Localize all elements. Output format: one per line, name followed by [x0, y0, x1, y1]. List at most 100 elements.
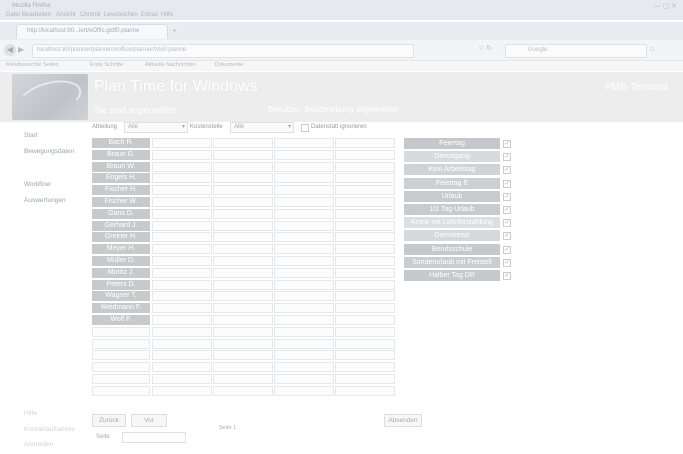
day-cell[interactable]	[274, 209, 334, 219]
ignore-checkbox[interactable]	[301, 124, 309, 132]
reload-icon[interactable]: ☆ ↻	[478, 44, 492, 52]
legend-item[interactable]: 1/2 Tag Urlaub	[404, 204, 500, 215]
day-cell[interactable]	[152, 268, 212, 278]
day-cell[interactable]	[335, 221, 395, 231]
day-cell[interactable]	[335, 185, 395, 195]
bookmark-nachrichten[interactable]: Aktuelle Nachrichten	[145, 62, 195, 68]
day-cell[interactable]	[152, 362, 212, 372]
bookmark-dokumente[interactable]: Dokumente	[215, 62, 243, 68]
day-cell[interactable]	[335, 315, 395, 325]
day-cell[interactable]	[152, 197, 212, 207]
legend-checkbox[interactable]: ✓	[503, 180, 511, 188]
day-cell[interactable]	[274, 244, 334, 254]
day-cell[interactable]	[152, 244, 212, 254]
day-cell[interactable]	[335, 268, 395, 278]
legend-checkbox[interactable]: ✓	[503, 232, 511, 240]
day-cell[interactable]	[152, 138, 212, 148]
legend-checkbox[interactable]: ✓	[503, 219, 511, 227]
back-button[interactable]: Zurück	[92, 414, 126, 427]
day-cell[interactable]	[213, 162, 273, 172]
window-controls[interactable]: — ▢ ✕	[654, 2, 677, 10]
legend-checkbox[interactable]: ✓	[503, 272, 511, 280]
day-cell[interactable]	[152, 280, 212, 290]
day-cell[interactable]	[152, 350, 212, 360]
day-cell[interactable]	[335, 256, 395, 266]
day-cell[interactable]	[152, 162, 212, 172]
day-cell[interactable]	[274, 173, 334, 183]
day-cell[interactable]	[335, 138, 395, 148]
browser-tab[interactable]: http://localhost:80...iert/eOffic.gtdf0.…	[16, 24, 168, 39]
day-cell[interactable]	[152, 386, 212, 396]
sidebar-item-hilfe[interactable]: Hilfe	[24, 410, 37, 417]
legend-item[interactable]: Sonderurlaub mit Freistell	[404, 257, 500, 268]
menu-chronik[interactable]: Chronik	[80, 12, 101, 18]
legend-item[interactable]: Feiertag	[404, 138, 500, 149]
day-cell[interactable]	[213, 185, 273, 195]
menu-bearbeiten[interactable]: Bearbeiten	[22, 12, 51, 18]
legend-item[interactable]: Dienstreise	[404, 230, 500, 241]
kostenstelle-select[interactable]: Alle ▾	[230, 122, 294, 133]
day-cell[interactable]	[335, 173, 395, 183]
day-cell[interactable]	[152, 303, 212, 313]
day-cell[interactable]	[274, 221, 334, 231]
menu-lesezeichen[interactable]: Lesezeichen	[104, 12, 138, 18]
legend-item[interactable]: Berufsschule	[404, 244, 500, 255]
day-cell[interactable]	[335, 350, 395, 360]
menu-datei[interactable]: Datei	[6, 12, 20, 18]
day-cell[interactable]	[274, 162, 334, 172]
day-cell[interactable]	[274, 268, 334, 278]
day-cell[interactable]	[152, 315, 212, 325]
legend-checkbox[interactable]: ✓	[503, 246, 511, 254]
day-cell[interactable]	[213, 197, 273, 207]
day-cell[interactable]	[335, 339, 395, 349]
day-cell[interactable]	[274, 339, 334, 349]
day-cell[interactable]	[335, 303, 395, 313]
sidebar-item-start[interactable]: Start	[24, 132, 38, 139]
day-cell[interactable]	[274, 185, 334, 195]
menu-ansicht[interactable]: Ansicht	[56, 12, 76, 18]
home-icon[interactable]: ⌂	[650, 44, 655, 53]
day-cell[interactable]	[274, 350, 334, 360]
day-cell[interactable]	[274, 138, 334, 148]
day-cell[interactable]	[213, 291, 273, 301]
day-cell[interactable]	[152, 221, 212, 231]
bookmark-erste-schritte[interactable]: Erste Schritte	[90, 62, 123, 68]
day-cell[interactable]	[213, 232, 273, 242]
day-cell[interactable]	[274, 303, 334, 313]
day-cell[interactable]	[335, 386, 395, 396]
legend-item[interactable]: Feiertag E	[404, 178, 500, 189]
legend-item[interactable]: Urlaub	[404, 191, 500, 202]
day-cell[interactable]	[213, 268, 273, 278]
legend-checkbox[interactable]: ✓	[503, 206, 511, 214]
day-cell[interactable]	[152, 291, 212, 301]
legend-checkbox[interactable]: ✓	[503, 193, 511, 201]
day-cell[interactable]	[213, 350, 273, 360]
legend-item[interactable]: Dienstgang	[404, 151, 500, 162]
sidebar-item-kontakt[interactable]: Kontaktaufnahme	[24, 426, 75, 433]
day-cell[interactable]	[213, 244, 273, 254]
day-cell[interactable]	[213, 221, 273, 231]
new-tab-button[interactable]: +	[172, 26, 177, 35]
day-cell[interactable]	[335, 244, 395, 254]
day-cell[interactable]	[335, 327, 395, 337]
day-cell[interactable]	[152, 327, 212, 337]
day-cell[interactable]	[152, 185, 212, 195]
day-cell[interactable]	[152, 374, 212, 384]
day-cell[interactable]	[335, 162, 395, 172]
day-cell[interactable]	[335, 362, 395, 372]
url-bar[interactable]: localhost:80/planner/planner/eoffice/pla…	[32, 44, 414, 58]
day-cell[interactable]	[152, 150, 212, 160]
day-cell[interactable]	[213, 386, 273, 396]
day-cell[interactable]	[274, 291, 334, 301]
absenden-button[interactable]: Absenden	[384, 414, 422, 427]
day-cell[interactable]	[213, 374, 273, 384]
goto-page-input[interactable]	[122, 432, 186, 443]
legend-checkbox[interactable]: ✓	[503, 166, 511, 174]
sidebar-item-workflow[interactable]: Workflow	[24, 181, 51, 188]
day-cell[interactable]	[213, 327, 273, 337]
day-cell[interactable]	[213, 173, 273, 183]
search-input[interactable]: Google	[505, 44, 647, 58]
legend-checkbox[interactable]: ✓	[503, 140, 511, 148]
day-cell[interactable]	[274, 315, 334, 325]
legend-item[interactable]: Halber Tag DR	[404, 270, 500, 281]
